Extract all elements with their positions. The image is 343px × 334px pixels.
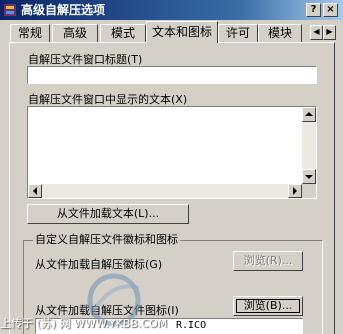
watermark-text: 上传于 (苏) 网 WWW.YKBB.COM — [0, 317, 168, 330]
tab-scroll-left-icon[interactable]: ◀ — [310, 25, 323, 40]
help-button[interactable]: ? — [306, 3, 321, 17]
scroll-corner — [302, 184, 316, 198]
tab-license[interactable]: 许可 — [218, 24, 258, 42]
tab-modules[interactable]: 模块 — [258, 24, 302, 42]
scroll-up-icon[interactable] — [302, 107, 316, 122]
logo-icon-group-title: 自定义自解压文件徽标和图标 — [33, 233, 180, 247]
winrar-app-icon — [4, 4, 16, 16]
tab-text-and-icon[interactable]: 文本和图标 — [146, 21, 218, 43]
scroll-down-icon[interactable] — [302, 169, 316, 184]
scroll-right-icon[interactable] — [288, 184, 302, 198]
tab-mode[interactable]: 模式 — [100, 24, 146, 42]
tab-advanced[interactable]: 高级 — [52, 24, 98, 42]
logo-browse-button[interactable]: 浏览(R)... — [233, 251, 303, 271]
window-text-label: 自解压文件窗口中显示的文本(X) — [28, 93, 188, 106]
window-title-label: 自解压文件窗口标题(T) — [28, 53, 143, 66]
horizontal-scrollbar[interactable] — [42, 184, 288, 198]
window-text-area[interactable] — [27, 106, 317, 199]
tab-general[interactable]: 常规 — [10, 24, 50, 42]
icon-file-value: R.ICO — [176, 320, 207, 331]
load-text-button[interactable]: 从文件加载文本(L)... — [27, 204, 189, 224]
window-title-input[interactable] — [27, 66, 317, 84]
vertical-scrollbar[interactable] — [302, 122, 316, 169]
tab-scroll-right-icon[interactable]: ▶ — [323, 25, 336, 40]
icon-browse-button[interactable]: 浏览(B)... — [233, 296, 303, 316]
close-button[interactable]: × — [323, 3, 338, 17]
title-bar: 高级自解压选项 ? × — [0, 0, 343, 20]
window-title: 高级自解压选项 — [21, 3, 106, 17]
scroll-left-icon[interactable] — [28, 184, 42, 198]
